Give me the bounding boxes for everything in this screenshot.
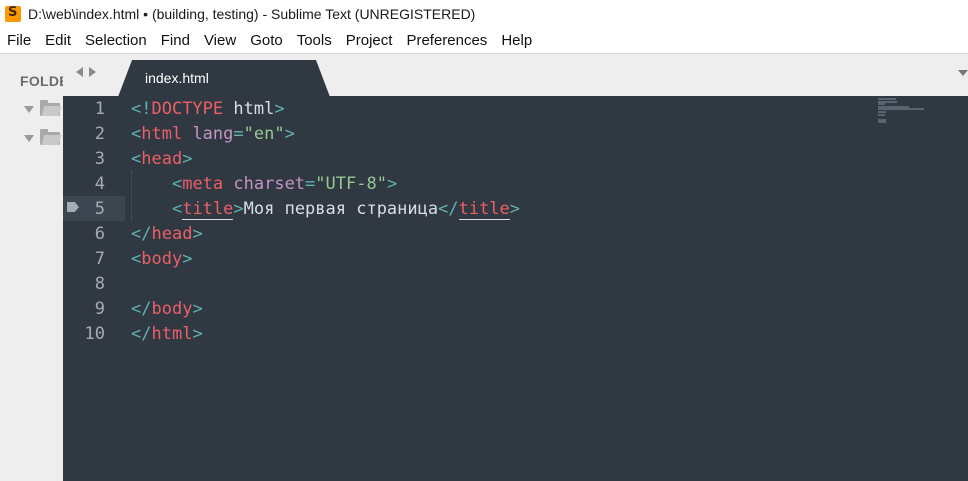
code-token: <: [131, 124, 142, 144]
minimap-line: [878, 113, 886, 116]
minimap-line: [878, 121, 887, 124]
tab-navigation: [76, 67, 96, 77]
arrow-left-icon[interactable]: [76, 67, 83, 77]
code-token: head: [151, 224, 193, 244]
menu-preferences[interactable]: Preferences: [399, 28, 494, 53]
line-number: 2: [94, 124, 105, 144]
menu-tools[interactable]: Tools: [290, 28, 339, 53]
menu-find[interactable]: Find: [154, 28, 197, 53]
tab-index-html[interactable]: index.html: [118, 60, 330, 97]
menu-selection[interactable]: Selection: [78, 28, 154, 53]
code-token: >: [192, 324, 203, 344]
code-token: </: [131, 224, 152, 244]
code-token: >: [192, 224, 203, 244]
code-token: <: [131, 249, 142, 269]
disclosure-triangle-icon[interactable]: [24, 134, 34, 142]
menu-project[interactable]: Project: [339, 28, 400, 53]
folder-icon: [40, 99, 60, 116]
tab-overflow-chevron-icon[interactable]: [958, 70, 968, 76]
code-line[interactable]: <meta charset="UTF-8">: [131, 172, 397, 197]
arrow-right-icon[interactable]: [89, 67, 96, 77]
line-number: 6: [94, 224, 105, 244]
code-line[interactable]: </body>: [131, 297, 203, 322]
menu-view[interactable]: View: [197, 28, 243, 53]
disclosure-triangle-icon[interactable]: [24, 105, 34, 113]
line-number: 5: [94, 199, 105, 219]
code-line[interactable]: <head>: [131, 147, 192, 172]
line-number: 1: [94, 99, 105, 119]
unsaved-dot-icon[interactable]: [346, 79, 355, 88]
line-number: 9: [94, 299, 105, 319]
code-token: >: [509, 199, 521, 219]
code-token: >: [182, 249, 193, 269]
line-number: 7: [94, 249, 105, 269]
code-token: <!: [131, 99, 152, 119]
code-token: html: [151, 324, 193, 344]
code-token: =: [305, 174, 316, 194]
code-editor[interactable]: 1 2 3 4 5 6 7 8 9 10 <!DOCTYPE html> <htm…: [63, 96, 968, 481]
code-token: </: [131, 299, 152, 319]
title-bar: D:\web\index.html • (building, testing) …: [0, 0, 968, 28]
code-token: "UTF-8": [315, 174, 387, 194]
code-line[interactable]: </html>: [131, 322, 203, 347]
code-token: "en": [243, 124, 285, 144]
sidebar-folder-item[interactable]: [24, 99, 60, 117]
code-token: title: [182, 199, 234, 220]
menu-edit[interactable]: Edit: [38, 28, 78, 53]
code-token: DOCTYPE: [151, 99, 224, 119]
code-token: <: [171, 174, 183, 194]
code-token: lang: [182, 124, 234, 144]
code-token: meta: [182, 174, 224, 194]
code-token: <: [131, 149, 142, 169]
code-token: head: [141, 149, 183, 169]
code-token: body: [141, 249, 183, 269]
menu-file[interactable]: File: [0, 28, 38, 53]
menu-goto[interactable]: Goto: [243, 28, 290, 53]
code-line[interactable]: <!DOCTYPE html>: [131, 97, 285, 122]
code-token: Моя первая страница: [243, 199, 439, 219]
code-token: </: [131, 324, 152, 344]
menu-help[interactable]: Help: [494, 28, 539, 53]
code-token: charset: [223, 174, 306, 194]
code-token: >: [284, 124, 295, 144]
sublime-text-app-icon: [5, 5, 21, 22]
code-token: body: [151, 299, 193, 319]
sidebar-heading: FOLDERS: [20, 73, 63, 89]
code-token: >: [192, 299, 203, 319]
folder-icon: [40, 128, 60, 145]
tab-label: index.html: [145, 70, 209, 86]
code-line[interactable]: <html lang="en">: [131, 122, 295, 147]
line-number: 3: [94, 149, 105, 169]
code-token: >: [386, 174, 398, 194]
code-token: title: [458, 199, 510, 220]
code-line[interactable]: <body>: [131, 247, 192, 272]
code-token: </: [438, 199, 459, 219]
code-token: =: [233, 124, 244, 144]
code-line[interactable]: </head>: [131, 222, 203, 247]
code-token: >: [233, 199, 244, 219]
line-number: 8: [94, 274, 105, 294]
sidebar: FOLDERS: [0, 53, 63, 481]
line-number: 4: [94, 174, 105, 194]
window-title: D:\web\index.html • (building, testing) …: [28, 6, 476, 22]
menu-bar: File Edit Selection Find View Goto Tools…: [0, 28, 968, 53]
line-number: 10: [84, 324, 105, 344]
code-token: html: [223, 99, 275, 119]
tab-bar: index.html: [63, 53, 968, 97]
line-number-gutter: 1 2 3 4 5 6 7 8 9 10: [63, 96, 125, 481]
code-token: >: [274, 99, 285, 119]
sidebar-folder-item[interactable]: [24, 128, 60, 146]
code-line[interactable]: <title>Моя первая страница</title>: [131, 197, 520, 222]
code-token: <: [171, 199, 183, 219]
minimap[interactable]: [878, 98, 938, 128]
code-token: >: [182, 149, 193, 169]
code-token: html: [141, 124, 183, 144]
